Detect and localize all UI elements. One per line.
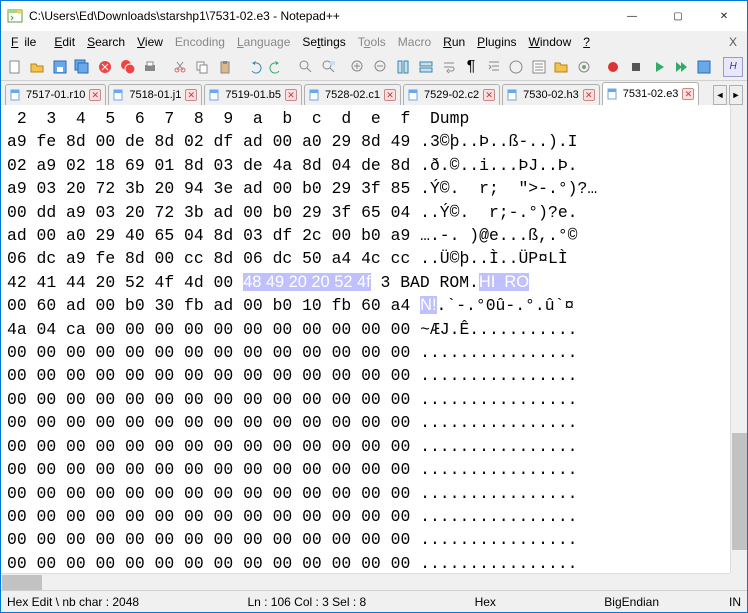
tab-label: 7519-01.b5 [225,89,281,101]
scroll-corner [730,573,747,590]
sync-h-icon[interactable] [416,57,436,77]
record-icon[interactable] [604,57,624,77]
file-icon [408,89,420,101]
menu-macro[interactable]: Macro [392,33,437,51]
open-icon[interactable] [28,57,48,77]
file-icon [507,89,519,101]
menubar: File Edit Search View Encoding Language … [1,31,747,53]
menu-run[interactable]: Run [437,33,471,51]
tab-close-icon[interactable]: ✕ [384,89,396,101]
menu-encoding[interactable]: Encoding [169,33,231,51]
status-endian: BigEndian [604,595,659,609]
tab-label: 7530-02.h3 [523,89,579,101]
menu-search[interactable]: Search [81,33,131,51]
tab-close-icon[interactable]: ✕ [483,89,495,101]
hex-icon[interactable]: H [723,57,743,77]
tab-1[interactable]: 7518-01.j1 ✕ [108,84,202,105]
save-icon[interactable] [50,57,70,77]
menu-view[interactable]: View [131,33,169,51]
status-enc: Hex [475,595,496,609]
maximize-button[interactable]: ▢ [655,1,701,31]
file-icon [209,89,221,101]
menu-window[interactable]: Window [523,33,578,51]
menu-language[interactable]: Language [231,33,296,51]
monitor-icon[interactable] [574,57,594,77]
tab-close-icon[interactable]: ✕ [185,89,197,101]
file-icon [113,89,125,101]
file-icon [309,89,321,101]
tab-label: 7528-02.c1 [325,89,380,101]
redo-icon[interactable] [267,57,287,77]
window-title: C:\Users\Ed\Downloads\starshp1\7531-02.e… [29,9,609,23]
replace-icon[interactable] [319,57,339,77]
tab-3[interactable]: 7528-02.c1 ✕ [304,84,401,105]
tab-6[interactable]: 7531-02.e3✕ [602,82,700,105]
find-icon[interactable] [296,57,316,77]
allchars-icon[interactable]: ¶ [461,57,481,77]
tab-label: 7531-02.e3 [623,88,679,100]
minimize-button[interactable]: — [609,1,655,31]
indent-icon[interactable] [484,57,504,77]
vertical-scrollbar[interactable] [730,105,747,573]
lang-icon[interactable] [506,57,526,77]
tab-close-icon[interactable]: ✕ [285,89,297,101]
file-icon [10,89,22,101]
folder-icon[interactable] [552,57,572,77]
saveall-icon[interactable] [73,57,93,77]
playmulti-icon[interactable] [671,57,691,77]
menu-help[interactable]: ? [577,33,596,51]
tab-bar: 7517-01.r10✕7518-01.j1✕7519-01.b5✕7528-0… [1,81,747,105]
tab-label: 7529-02.c2 [424,89,479,101]
funclist-icon[interactable] [529,57,549,77]
tab-nav-right[interactable]: ► [729,85,743,105]
tab-nav-left[interactable]: ◄ [713,85,727,105]
titlebar[interactable]: C:\Users\Ed\Downloads\starshp1\7531-02.e… [1,1,747,31]
toolbar: ¶ H [1,53,747,81]
paste-icon[interactable] [215,57,235,77]
undo-icon[interactable] [244,57,264,77]
app-icon [7,8,23,24]
copy-icon[interactable] [192,57,212,77]
help-x[interactable]: X [723,33,743,51]
zoomout-icon[interactable] [371,57,391,77]
savemacro-icon[interactable] [694,57,714,77]
editor[interactable]: 2 3 4 5 6 7 8 9 a b c d e f Dump a9 fe 8… [1,105,747,590]
menu-file[interactable]: File [5,33,48,51]
menu-plugins[interactable]: Plugins [471,33,522,51]
stop-icon[interactable] [626,57,646,77]
cut-icon[interactable] [170,57,190,77]
tab-5[interactable]: 7530-02.h3 ✕ [502,84,600,105]
tab-2[interactable]: 7519-01.b5 ✕ [204,84,302,105]
statusbar: Hex Edit \ nb char : 2048 Ln : 106 Col :… [1,590,747,612]
tab-label: 7518-01.j1 [129,89,181,101]
close-file-icon[interactable] [95,57,115,77]
sync-v-icon[interactable] [394,57,414,77]
new-icon[interactable] [5,57,25,77]
tab-close-icon[interactable]: ✕ [583,89,595,101]
zoomin-icon[interactable] [349,57,369,77]
tab-close-icon[interactable]: ✕ [89,89,101,101]
tab-label: 7517-01.r10 [26,89,85,101]
menu-settings[interactable]: Settings [296,33,351,51]
close-button[interactable]: ✕ [701,1,747,31]
tab-4[interactable]: 7529-02.c2 ✕ [403,84,500,105]
status-mode: Hex Edit \ nb char : 2048 [7,595,139,609]
wrap-icon[interactable] [439,57,459,77]
file-icon [607,88,619,100]
print-icon[interactable] [140,57,160,77]
status-ins: IN [729,595,741,609]
play-icon[interactable] [649,57,669,77]
menu-edit[interactable]: Edit [48,33,81,51]
menu-tools[interactable]: Tools [352,33,392,51]
status-pos: Ln : 106 Col : 3 Sel : 8 [247,595,366,609]
tab-0[interactable]: 7517-01.r10 ✕ [5,84,106,105]
tab-close-icon[interactable]: ✕ [682,88,694,100]
horizontal-scrollbar[interactable] [1,573,730,590]
closeall-icon[interactable] [118,57,138,77]
